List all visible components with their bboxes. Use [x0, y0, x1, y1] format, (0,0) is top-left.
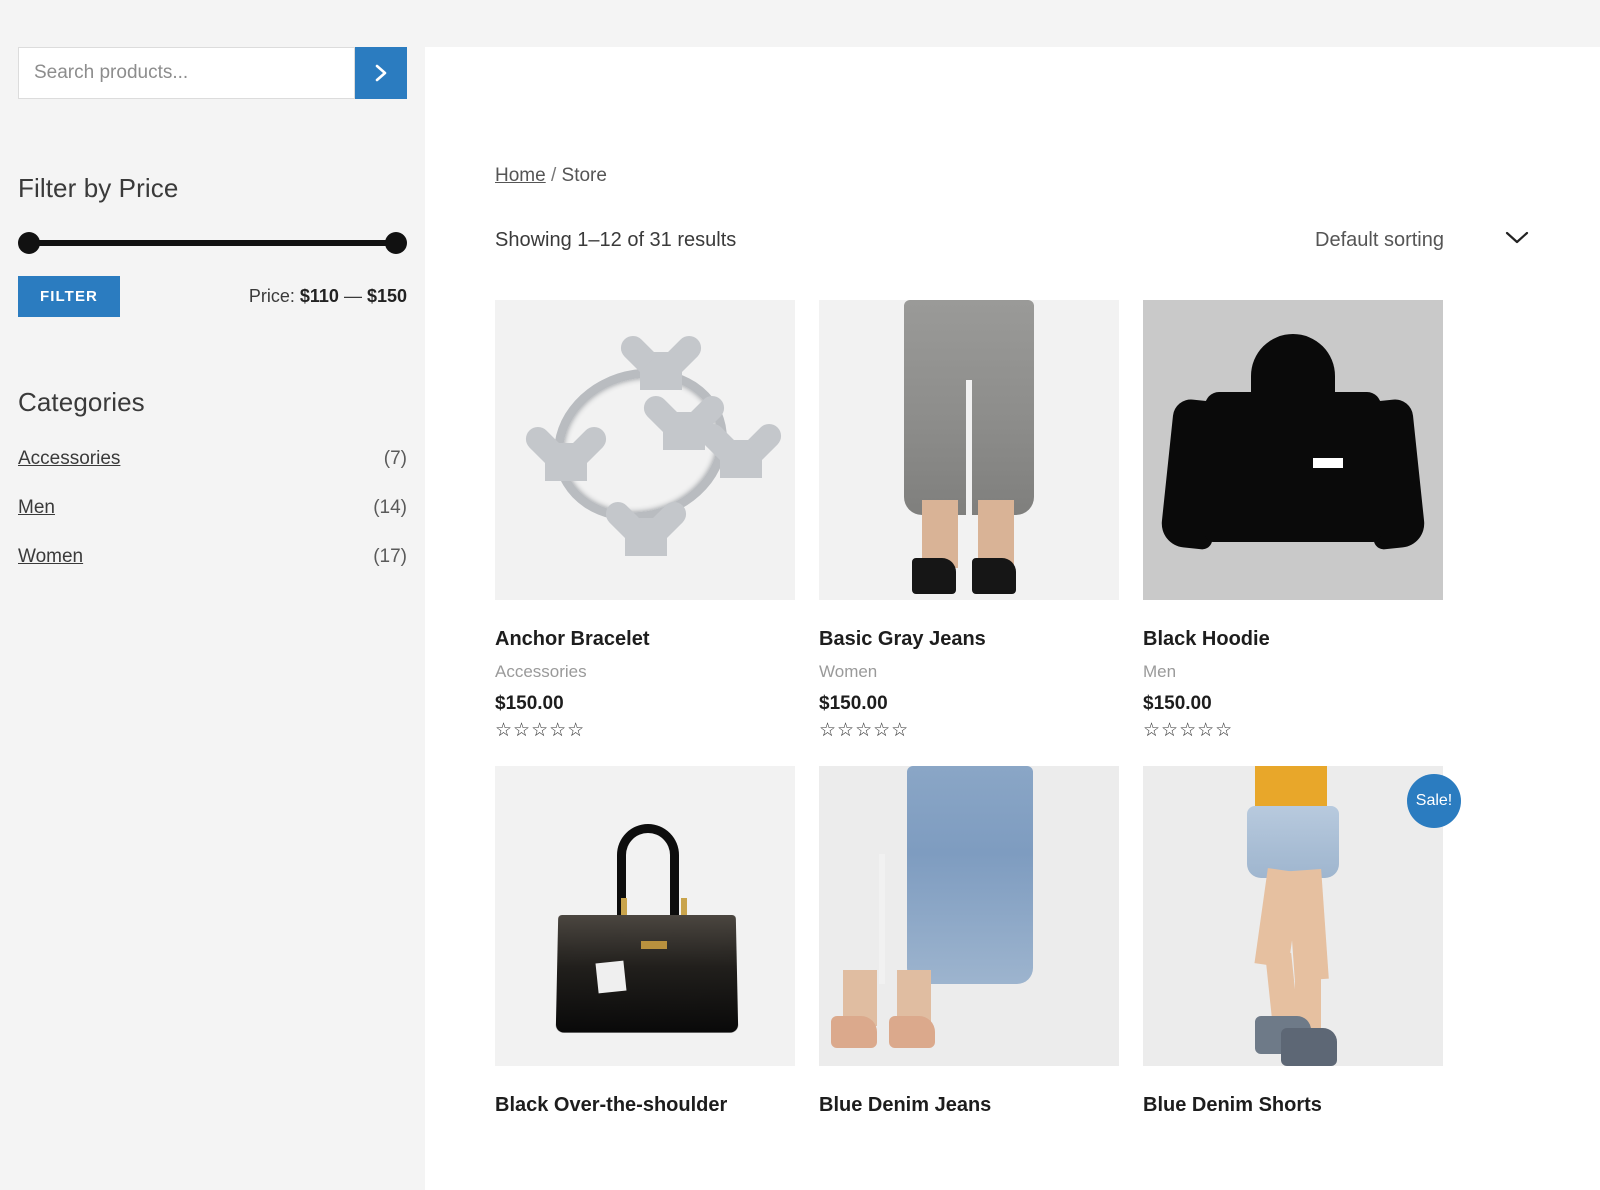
product-price: $150.00 — [1143, 693, 1212, 714]
category-link[interactable]: Women — [18, 546, 83, 568]
price-range-min: $110 — [299, 286, 339, 306]
price-filter-actions: FILTER Price: $110 — $150 — [18, 276, 407, 317]
sale-badge: Sale! — [1407, 774, 1461, 828]
results-toolbar: Showing 1–12 of 31 results Default sorti… — [495, 229, 1530, 252]
sidebar: Filter by Price FILTER Price: $110 — $15… — [0, 0, 425, 1190]
product-image[interactable] — [495, 766, 795, 1066]
breadcrumb-home-link[interactable]: Home — [495, 165, 546, 186]
chevron-down-icon — [1504, 230, 1530, 251]
product-category: Men — [1143, 662, 1177, 681]
sorting-selected-value: Default sorting — [1315, 229, 1444, 251]
product-image[interactable] — [1143, 300, 1443, 600]
product-card: Basic Gray Jeans Women $150.00 ☆☆☆☆☆ — [819, 300, 1119, 740]
price-slider-handle-max[interactable] — [385, 232, 407, 254]
sorting-select[interactable]: Default sorting — [1315, 229, 1530, 252]
price-slider-handle-min[interactable] — [18, 232, 40, 254]
price-range-max: $150 — [366, 286, 407, 306]
product-image[interactable] — [1143, 766, 1443, 1066]
price-slider-track — [29, 240, 396, 246]
filter-button[interactable]: FILTER — [18, 276, 120, 317]
breadcrumb: Home / Store — [495, 165, 1530, 187]
product-image[interactable] — [819, 766, 1119, 1066]
breadcrumb-current: Store — [561, 165, 607, 186]
product-image[interactable] — [495, 300, 795, 600]
product-card: Sale! Blue Denim Shorts — [1143, 766, 1461, 1117]
product-category: Accessories — [495, 662, 587, 681]
category-count: (14) — [373, 497, 407, 518]
search-input[interactable] — [18, 47, 355, 99]
category-link[interactable]: Accessories — [18, 448, 120, 470]
main-content: Home / Store Showing 1–12 of 31 results … — [425, 47, 1600, 1190]
category-item: Women (17) — [18, 546, 407, 568]
product-title[interactable]: Blue Denim Shorts — [1143, 1094, 1443, 1117]
category-count: (17) — [373, 546, 407, 567]
product-rating-stars[interactable]: ☆☆☆☆☆ — [819, 721, 1119, 740]
categories-widget: Categories Accessories (7) Men (14) Women (17… — [18, 387, 407, 568]
product-title[interactable]: Black Over-the-shoulder — [495, 1094, 795, 1117]
product-grid: Anchor Bracelet Accessories $150.00 ☆☆☆☆☆ Ba… — [495, 300, 1530, 1117]
product-card: Anchor Bracelet Accessories $150.00 ☆☆☆☆☆ — [495, 300, 795, 740]
category-item: Accessories (7) — [18, 448, 407, 470]
product-title[interactable]: Black Hoodie — [1143, 628, 1443, 651]
product-title[interactable]: Blue Denim Jeans — [819, 1094, 1119, 1117]
category-count: (7) — [383, 448, 407, 469]
price-range-slider[interactable] — [18, 232, 407, 254]
price-range-label: Price: $110 — $150 — [249, 286, 407, 307]
product-search-form — [18, 47, 407, 99]
breadcrumb-separator: / — [550, 165, 557, 186]
result-count: Showing 1–12 of 31 results — [495, 229, 737, 251]
price-range-dash: — — [343, 286, 362, 306]
chevron-right-icon — [373, 63, 389, 83]
price-range-prefix: Price: — [248, 286, 295, 306]
category-link[interactable]: Men — [18, 497, 55, 519]
product-rating-stars[interactable]: ☆☆☆☆☆ — [1143, 721, 1443, 740]
product-title[interactable]: Anchor Bracelet — [495, 628, 795, 651]
product-rating-stars[interactable]: ☆☆☆☆☆ — [495, 721, 795, 740]
product-price: $150.00 — [819, 693, 888, 714]
categories-title: Categories — [18, 387, 145, 417]
categories-list: Accessories (7) Men (14) Women (17) — [18, 448, 407, 568]
search-submit-button[interactable] — [355, 47, 407, 99]
product-category: Women — [819, 662, 878, 681]
product-card: Blue Denim Jeans — [819, 766, 1119, 1117]
category-item: Men (14) — [18, 497, 407, 519]
price-filter-title: Filter by Price — [18, 173, 179, 203]
product-price: $150.00 — [495, 693, 564, 714]
product-title[interactable]: Basic Gray Jeans — [819, 628, 1119, 651]
product-image[interactable] — [819, 300, 1119, 600]
price-filter-widget: Filter by Price FILTER Price: $110 — $15… — [18, 173, 407, 317]
product-card: Black Hoodie Men $150.00 ☆☆☆☆☆ — [1143, 300, 1443, 740]
product-card: Black Over-the-shoulder — [495, 766, 795, 1117]
